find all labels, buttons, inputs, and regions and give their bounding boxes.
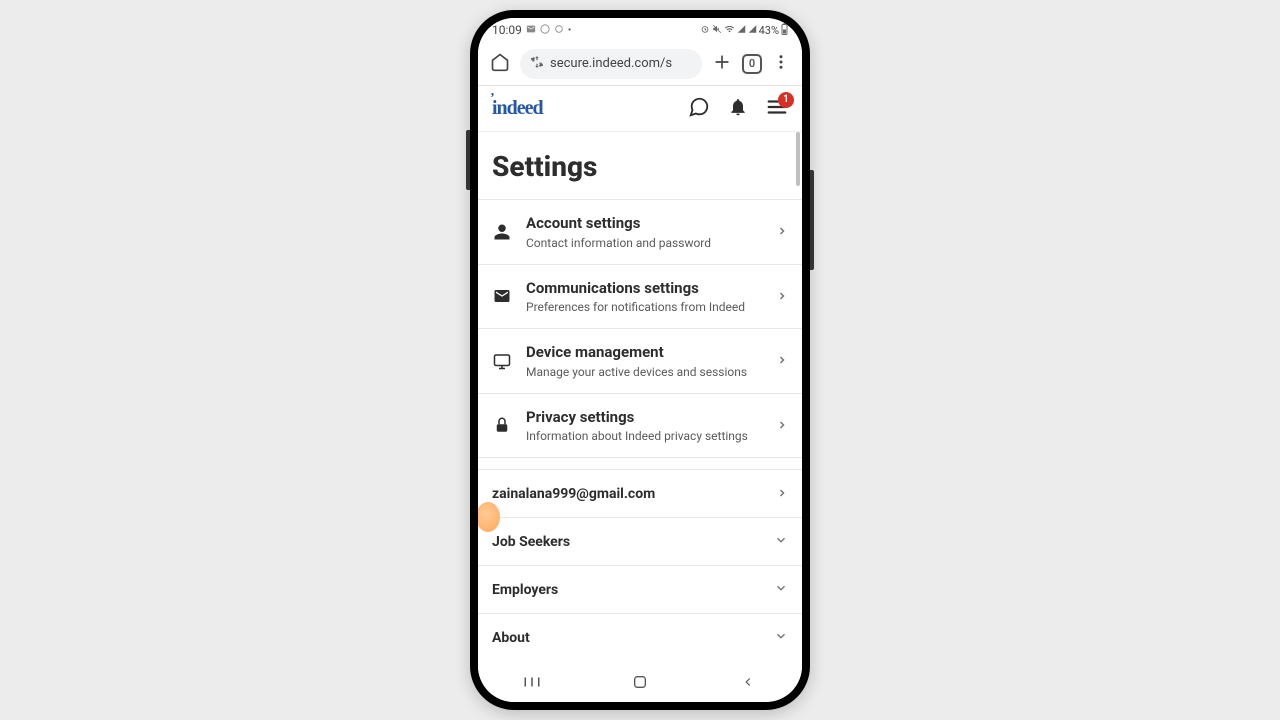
item-text: Communications settings Preferences for …: [526, 279, 762, 315]
chevron-right-icon: [776, 484, 788, 503]
person-icon: [492, 223, 512, 241]
chevron-down-icon: [774, 580, 788, 599]
mail-icon: [492, 287, 512, 305]
recents-button[interactable]: [522, 672, 542, 692]
status-right: 43%: [700, 23, 788, 38]
menu-button[interactable]: 1: [766, 96, 788, 122]
communications-settings-item[interactable]: Communications settings Preferences for …: [478, 264, 802, 329]
new-tab-icon[interactable]: [712, 52, 732, 76]
url-bar[interactable]: secure.indeed.com/s: [520, 49, 702, 79]
browser-toolbar: secure.indeed.com/s 0: [478, 42, 802, 86]
chevron-right-icon: [776, 222, 788, 241]
item-text: Device management Manage your active dev…: [526, 343, 762, 379]
email-row[interactable]: zainalana999@gmail.com: [478, 469, 802, 517]
screen: 10:09 •: [478, 18, 802, 702]
mute-icon: [712, 24, 722, 37]
job-seekers-accordion[interactable]: Job Seekers: [478, 517, 802, 565]
accordion-label: Job Seekers: [492, 534, 570, 550]
accordion-label: Employers: [492, 582, 558, 598]
account-settings-item[interactable]: Account settings Contact information and…: [478, 199, 802, 264]
browser-overflow-icon[interactable]: [772, 53, 790, 75]
employers-accordion[interactable]: Employers: [478, 565, 802, 613]
item-title: Account settings: [526, 214, 762, 234]
scrollbar-thumb[interactable]: [796, 132, 800, 186]
page-content: indeed 1 Settings: [478, 86, 802, 662]
whatsapp-icon: [540, 24, 550, 37]
battery-icon: [781, 23, 788, 38]
indeed-logo[interactable]: indeed: [492, 97, 543, 120]
item-title: Device management: [526, 343, 762, 363]
signal-icon-2: [748, 24, 757, 37]
item-subtitle: Manage your active devices and sessions: [526, 365, 762, 379]
alarm-icon: [700, 24, 710, 37]
home-button[interactable]: [630, 672, 650, 692]
privacy-settings-item[interactable]: Privacy settings Information about Indee…: [478, 393, 802, 458]
header-actions: 1: [688, 96, 788, 122]
battery-percent: 43%: [759, 24, 779, 37]
chevron-right-icon: [776, 351, 788, 370]
gmail-icon: [526, 24, 536, 37]
email-label: zainalana999@gmail.com: [492, 486, 655, 502]
status-time: 10:09: [492, 23, 522, 37]
notifications-icon[interactable]: [728, 97, 748, 121]
accordion-label: About: [492, 630, 530, 646]
phone-frame: 10:09 •: [470, 10, 810, 710]
android-nav-bar: [478, 662, 802, 702]
site-settings-icon: [530, 55, 544, 73]
chevron-down-icon: [774, 532, 788, 551]
item-text: Privacy settings Information about Indee…: [526, 408, 762, 444]
messages-icon[interactable]: [688, 96, 710, 122]
lock-icon: [492, 416, 512, 434]
page-title: Settings: [478, 132, 802, 199]
android-status-bar: 10:09 •: [478, 18, 802, 42]
item-subtitle: Information about Indeed privacy setting…: [526, 429, 762, 443]
item-title: Communications settings: [526, 279, 762, 299]
tabs-count: 0: [749, 57, 755, 70]
signal-icon-1: [737, 24, 746, 37]
item-text: Account settings Contact information and…: [526, 214, 762, 250]
tabs-button[interactable]: 0: [742, 54, 762, 74]
section-divider: [478, 457, 802, 469]
menu-badge: 1: [778, 92, 794, 108]
sync-icon: [554, 24, 564, 37]
item-subtitle: Contact information and password: [526, 236, 762, 250]
back-button[interactable]: [738, 672, 758, 692]
status-left: 10:09 •: [492, 23, 571, 37]
monitor-icon: [492, 352, 512, 370]
more-notifications-icon: •: [568, 25, 571, 36]
site-header: indeed 1: [478, 86, 802, 132]
wifi-icon: [724, 24, 735, 37]
chevron-right-icon: [776, 416, 788, 435]
item-subtitle: Preferences for notifications from Indee…: [526, 300, 762, 314]
home-icon[interactable]: [490, 52, 510, 76]
chevron-down-icon: [774, 628, 788, 647]
item-title: Privacy settings: [526, 408, 762, 428]
settings-list: Account settings Contact information and…: [478, 199, 802, 662]
device-management-item[interactable]: Device management Manage your active dev…: [478, 328, 802, 393]
about-accordion[interactable]: About: [478, 613, 802, 661]
chevron-right-icon: [776, 287, 788, 306]
url-text: secure.indeed.com/s: [550, 56, 672, 71]
